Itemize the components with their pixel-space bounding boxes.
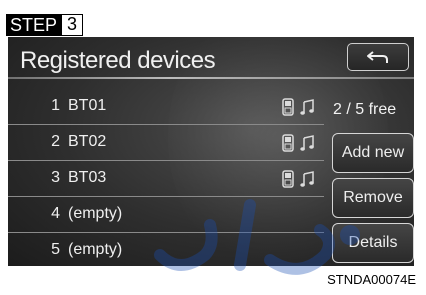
watermark — [154, 199, 360, 275]
back-arrow-icon — [367, 51, 388, 63]
device-index: 2 — [51, 133, 60, 150]
step-badge: STEP 3 — [6, 14, 84, 36]
step-label: STEP — [6, 14, 62, 36]
device-name: (empty) — [68, 241, 123, 258]
title-divider — [8, 77, 414, 79]
device-row[interactable]: 2 BT02 — [8, 125, 324, 161]
music-note-icon — [300, 99, 314, 115]
device-index: 4 — [51, 205, 60, 222]
device-name: BT01 — [68, 97, 107, 114]
add-new-button[interactable]: Add new — [332, 133, 414, 173]
music-note-icon — [300, 135, 314, 151]
phone-icon — [282, 98, 294, 116]
phone-icon — [282, 134, 294, 152]
device-index: 3 — [51, 169, 60, 186]
figure-code: STNDA00074E — [327, 272, 416, 287]
device-index: 5 — [51, 241, 60, 258]
page-title: Registered devices — [20, 47, 216, 74]
step-number: 3 — [61, 14, 84, 36]
back-button[interactable] — [347, 43, 409, 71]
device-name: BT03 — [68, 169, 107, 186]
device-name: BT02 — [68, 133, 107, 150]
device-row[interactable]: 1 BT01 — [8, 89, 324, 125]
device-index: 1 — [51, 97, 60, 114]
device-name: (empty) — [68, 205, 123, 222]
free-slots-counter: 2 / 5 free — [333, 101, 397, 118]
